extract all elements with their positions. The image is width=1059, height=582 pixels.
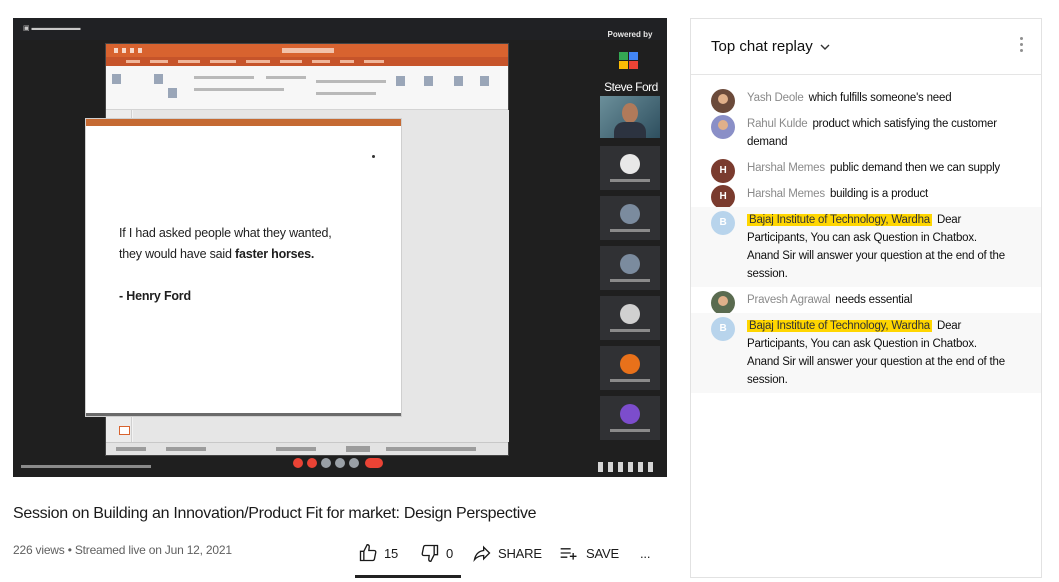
more-label: ... (640, 545, 651, 561)
chat-text: which fulfills someone's need (808, 92, 952, 104)
meet-window-label: ▣ ▬▬▬▬▬▬▬ (23, 25, 81, 32)
chat-author[interactable]: Harshal Memes (747, 188, 825, 200)
chat-message[interactable]: B Bajaj Institute of Technology, Wardha De… (691, 207, 1041, 287)
powered-by-label: Powered by (607, 30, 653, 39)
kebab-menu-icon (1019, 37, 1023, 40)
save-label: SAVE (586, 545, 619, 561)
thumbs-up-icon (359, 543, 377, 562)
slide-bottom-bar (86, 413, 401, 416)
quote-bold: faster horses. (235, 247, 315, 261)
ppt-ribbon (106, 66, 508, 110)
participant-tile (600, 296, 660, 340)
chevron-down-icon (820, 44, 830, 50)
chat-message[interactable]: B Bajaj Institute of Technology, Wardha De… (691, 313, 1041, 393)
share-icon (473, 545, 491, 563)
slide-dot (372, 155, 375, 158)
slide-top-bar (86, 119, 401, 126)
thumbs-down-icon (421, 544, 439, 563)
dislike-count: 0 (446, 545, 454, 561)
chat-avatar[interactable] (711, 115, 735, 139)
chat-author[interactable]: Bajaj Institute of Technology, Wardha (747, 320, 932, 332)
chat-message[interactable]: H Harshal Memes public demand then we can … (691, 155, 1041, 183)
participant-tile (600, 246, 660, 290)
chat-message[interactable]: Rahul Kulde product which satisfying the … (691, 111, 1041, 155)
chat-author[interactable]: Yash Deole (747, 92, 804, 104)
playlist-add-icon (560, 548, 577, 560)
quote-author: - Henry Ford (119, 289, 191, 303)
chat-message-list: Yash Deole which fulfills someone's need R… (691, 85, 1041, 393)
chat-message[interactable]: Pravesh Agrawal needs essential (691, 287, 1041, 315)
chat-author[interactable]: Bajaj Institute of Technology, Wardha (747, 214, 932, 226)
participant-tile (600, 346, 660, 390)
save-button[interactable]: SAVE (558, 541, 619, 565)
chat-title: Top chat replay (711, 38, 813, 55)
ppt-titlebar (106, 44, 508, 57)
more-actions-button[interactable]: ... (640, 541, 650, 565)
share-label: SHARE (498, 545, 542, 561)
like-button[interactable]: 15 (358, 541, 398, 565)
chat-text: needs essential (835, 294, 913, 306)
chat-author[interactable]: Harshal Memes (747, 162, 825, 174)
presentation-slide: If I had asked people what they wanted, … (85, 118, 402, 417)
chat-author[interactable]: Rahul Kulde (747, 118, 808, 130)
chat-avatar[interactable]: H (711, 159, 735, 183)
meet-top-strip: ▣ ▬▬▬▬▬▬▬ (13, 18, 667, 40)
quote-line-1: If I had asked people what they wanted, (119, 226, 332, 240)
like-count: 15 (384, 545, 399, 561)
chat-avatar[interactable]: H (711, 185, 735, 209)
participant-tile (600, 196, 660, 240)
chat-text: public demand then we can supply (829, 162, 1000, 174)
speaker-camera (600, 96, 660, 138)
meet-right-icons (598, 462, 658, 472)
ppt-ribbon-tabs (106, 57, 508, 66)
chat-message[interactable]: Yash Deole which fulfills someone's need (691, 85, 1041, 113)
meet-call-controls (293, 456, 387, 470)
slide-quote: If I had asked people what they wanted, … (119, 223, 389, 265)
chat-replay-panel: Top chat replay Yash Deole which fulfills… (690, 18, 1042, 578)
dislike-button[interactable]: 0 (420, 541, 453, 565)
video-title: Session on Building an Innovation/Produc… (13, 505, 537, 522)
chat-text: building is a product (829, 188, 929, 200)
participants-column: Powered by Steve Ford (599, 24, 661, 444)
video-player[interactable]: ▣ ▬▬▬▬▬▬▬ If I had asked people what the… (13, 18, 667, 477)
quote-line-2: they would have said (119, 247, 236, 261)
chat-more-options-button[interactable] (1018, 37, 1024, 57)
video-meta: 226 views • Streamed live on Jun 12, 202… (13, 543, 232, 557)
ppt-statusbar (106, 442, 508, 455)
share-button[interactable]: SHARE (472, 541, 542, 565)
participant-tile (600, 146, 660, 190)
meet-logo-icon (619, 52, 638, 69)
chat-message[interactable]: H Harshal Memes building is a product (691, 181, 1041, 209)
chat-avatar[interactable]: B (711, 211, 735, 235)
chat-avatar[interactable]: B (711, 317, 735, 341)
chat-author[interactable]: Pravesh Agrawal (747, 294, 830, 306)
chat-avatar[interactable] (711, 291, 735, 315)
participant-tile (600, 396, 660, 440)
like-sentiment-bar (355, 575, 461, 578)
chat-mode-dropdown[interactable]: Top chat replay (711, 38, 831, 55)
chat-avatar[interactable] (711, 89, 735, 113)
speaker-name: Steve Ford (604, 80, 658, 94)
chat-header: Top chat replay (691, 19, 1041, 75)
